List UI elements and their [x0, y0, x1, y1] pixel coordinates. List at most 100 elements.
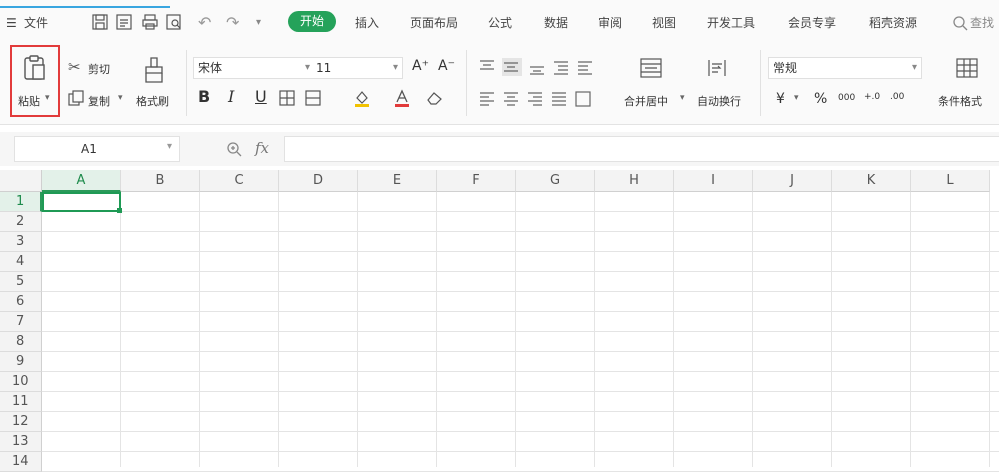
print-icon[interactable]	[140, 12, 160, 32]
active-cell-selection[interactable]	[42, 192, 121, 212]
fill-color-icon[interactable]	[352, 88, 372, 108]
row-gridline	[42, 431, 999, 432]
redo-button[interactable]: ↷	[226, 14, 239, 32]
row-header-14[interactable]: 14	[0, 452, 42, 472]
row-header-13[interactable]: 13	[0, 432, 42, 452]
row-header-9[interactable]: 9	[0, 352, 42, 372]
spreadsheet-grid[interactable]: A B C D E F G H I J K L 1 2 3 4 5 6 7 8 9 10 11 12 13 14	[0, 170, 999, 472]
row-header-7[interactable]: 7	[0, 312, 42, 332]
fill-handle[interactable]	[117, 208, 122, 213]
copy-button[interactable]: 复制	[88, 93, 110, 109]
bold-button[interactable]: B	[198, 87, 210, 106]
font-color-icon[interactable]	[392, 88, 412, 108]
row-header-10[interactable]: 10	[0, 372, 42, 392]
italic-button[interactable]: I	[228, 87, 234, 106]
print-preview-icon[interactable]	[164, 12, 184, 32]
name-box[interactable]: A1 ▾	[14, 136, 180, 162]
hamburger-menu-icon[interactable]: ☰	[6, 14, 17, 32]
tab-formulas[interactable]: 公式	[488, 14, 512, 32]
cell-style-icon[interactable]	[304, 89, 322, 107]
decrease-decimal-button[interactable]: .00	[890, 92, 904, 102]
column-header-b[interactable]: B	[121, 170, 200, 192]
row-gridline	[42, 451, 999, 452]
name-box-dropdown-icon[interactable]: ▾	[167, 141, 172, 152]
search-icon[interactable]	[952, 15, 968, 31]
font-size-dropdown-icon[interactable]: ▾	[393, 58, 398, 78]
format-painter-button[interactable]: 格式刷	[136, 93, 169, 109]
zoom-icon[interactable]	[226, 141, 242, 157]
number-format-dropdown-icon[interactable]: ▾	[912, 58, 917, 78]
column-header-k[interactable]: K	[832, 170, 911, 192]
file-menu[interactable]: 文件	[24, 14, 48, 32]
currency-button[interactable]: ¥	[776, 91, 785, 107]
scissors-icon[interactable]: ✂	[68, 58, 81, 76]
undo-button[interactable]: ↶	[198, 14, 211, 32]
clear-format-icon[interactable]	[425, 89, 445, 107]
export-pdf-icon[interactable]	[114, 12, 134, 32]
font-name-dropdown-icon[interactable]: ▾	[305, 58, 310, 78]
save-icon[interactable]	[90, 12, 110, 32]
row-header-6[interactable]: 6	[0, 292, 42, 312]
paste-dropdown-icon[interactable]: ▾	[45, 93, 50, 103]
search-label[interactable]: 查找	[970, 14, 994, 32]
column-header-l[interactable]: L	[911, 170, 990, 192]
thousands-separator-button[interactable]: 000	[838, 93, 855, 103]
column-header-a[interactable]: A	[42, 170, 121, 192]
font-size-value[interactable]: 11	[316, 58, 331, 78]
conditional-format-icon[interactable]	[956, 58, 978, 78]
tab-home[interactable]: 开始	[288, 11, 336, 32]
column-header-g[interactable]: G	[516, 170, 595, 192]
row-header-8[interactable]: 8	[0, 332, 42, 352]
row-header-12[interactable]: 12	[0, 412, 42, 432]
row-header-4[interactable]: 4	[0, 252, 42, 272]
tab-docer[interactable]: 稻壳资源	[869, 14, 917, 32]
column-header-c[interactable]: C	[200, 170, 279, 192]
row-header-11[interactable]: 11	[0, 392, 42, 412]
column-header-i[interactable]: I	[674, 170, 753, 192]
wrap-text-icon[interactable]	[706, 58, 728, 78]
copy-icon[interactable]	[68, 90, 84, 106]
borders-icon[interactable]	[278, 89, 296, 107]
increase-decimal-button[interactable]: +.0	[864, 92, 880, 102]
ribbon-separator	[186, 50, 187, 116]
conditional-format-button[interactable]: 条件格式	[938, 93, 982, 109]
row-header-3[interactable]: 3	[0, 232, 42, 252]
quick-access-more-icon[interactable]: ▾	[256, 14, 261, 32]
tab-view[interactable]: 视图	[652, 14, 676, 32]
currency-dropdown-icon[interactable]: ▾	[794, 93, 799, 103]
clipboard-icon[interactable]	[22, 54, 48, 82]
column-header-j[interactable]: J	[753, 170, 832, 192]
tab-member[interactable]: 会员专享	[788, 14, 836, 32]
row-header-5[interactable]: 5	[0, 272, 42, 292]
cut-button[interactable]: 剪切	[88, 61, 110, 77]
fx-button[interactable]: fx	[255, 139, 269, 157]
format-painter-icon[interactable]	[142, 55, 166, 85]
merge-center-icon[interactable]	[640, 58, 662, 78]
formula-input[interactable]	[284, 136, 999, 162]
merge-center-dropdown-icon[interactable]: ▾	[680, 93, 685, 103]
row-header-1[interactable]: 1	[0, 192, 42, 212]
column-header-e[interactable]: E	[358, 170, 437, 192]
column-header-f[interactable]: F	[437, 170, 516, 192]
wrap-text-button[interactable]: 自动换行	[697, 93, 741, 109]
merge-center-button[interactable]: 合并居中	[624, 93, 668, 109]
underline-button[interactable]: U	[255, 87, 267, 106]
tab-developer[interactable]: 开发工具	[707, 14, 755, 32]
tab-page-layout[interactable]: 页面布局	[410, 14, 458, 32]
select-all-corner[interactable]	[0, 170, 42, 192]
tab-insert[interactable]: 插入	[355, 14, 379, 32]
grow-font-button[interactable]: A⁺	[412, 58, 429, 74]
row-header-2[interactable]: 2	[0, 212, 42, 232]
horizontal-align-icons[interactable]	[478, 90, 608, 108]
column-header-d[interactable]: D	[279, 170, 358, 192]
vertical-align-icons[interactable]	[478, 58, 598, 76]
copy-dropdown-icon[interactable]: ▾	[118, 93, 123, 103]
shrink-font-button[interactable]: A⁻	[438, 58, 455, 74]
tab-review[interactable]: 审阅	[598, 14, 622, 32]
column-header-h[interactable]: H	[595, 170, 674, 192]
number-format-select[interactable]: 常规 ▾	[768, 57, 922, 79]
paste-label[interactable]: 粘贴	[18, 93, 40, 109]
font-name-select[interactable]: 宋体 11 ▾ ▾	[193, 57, 403, 79]
tab-data[interactable]: 数据	[544, 14, 568, 32]
percent-button[interactable]: %	[814, 91, 827, 107]
